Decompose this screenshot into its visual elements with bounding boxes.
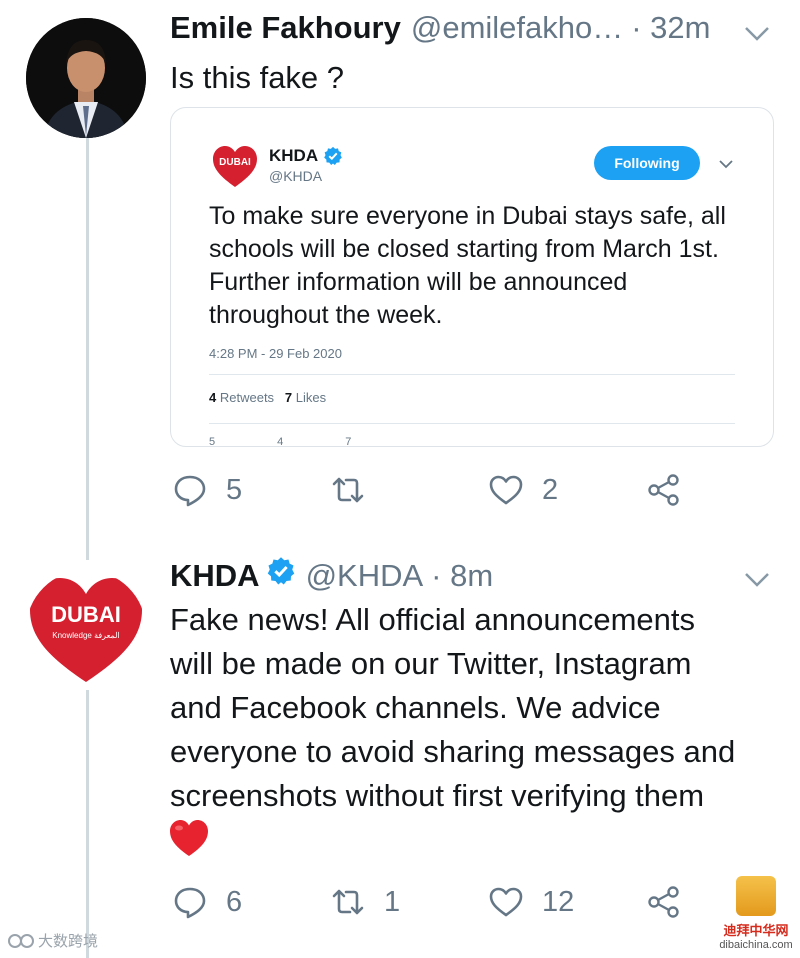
quoted-author-name-text: KHDA: [269, 146, 319, 165]
watermark-logo-icon: [8, 933, 34, 948]
quoted-action-bar: 5 4 7: [209, 436, 413, 446]
retweet-button[interactable]: [330, 472, 488, 508]
tweet-text-line: Fake news! All official announcements: [170, 602, 696, 637]
red-heart-emoji: [170, 820, 208, 856]
chevron-down-icon[interactable]: [744, 26, 770, 42]
divider: [209, 374, 735, 375]
like-button[interactable]: 12: [488, 884, 646, 920]
watermark-right-title: 迪拜中华网: [723, 923, 789, 938]
quoted-tweet-timestamp[interactable]: 4:28 PM - 29 Feb 2020: [209, 346, 342, 361]
retweets-label[interactable]: Retweets: [220, 390, 274, 405]
likes-label[interactable]: Likes: [296, 390, 326, 405]
quoted-author-handle[interactable]: @KHDA: [269, 168, 322, 184]
quoted-tweet-text: To make sure everyone in Dubai stays saf…: [209, 202, 726, 329]
verified-badge-icon: [324, 146, 342, 165]
retweets-count[interactable]: 4: [209, 390, 216, 405]
tweet-action-bar: 6 1 12: [172, 884, 686, 920]
share-button[interactable]: [646, 472, 686, 508]
watermark-right-site: dibaichina.com: [719, 939, 793, 951]
likes-count[interactable]: 7: [285, 390, 292, 405]
author-name[interactable]: KHDA: [170, 558, 260, 594]
quoted-author-name[interactable]: KHDA: [269, 146, 343, 166]
quoted-reply-count[interactable]: 5: [209, 436, 215, 446]
tweet-text-line: screenshots without first verifying them: [170, 778, 705, 813]
dubai-heart-logo-icon: DUBAI: [213, 146, 257, 187]
logo-sublettering: Knowledge المعرفة: [52, 631, 119, 640]
watermark-left: 大数跨境: [8, 930, 98, 951]
tweet-header: KHDA @KHDA · 8m: [170, 556, 493, 594]
share-icon: [648, 886, 679, 918]
thread-connector-line: [86, 130, 89, 560]
reply-count: 5: [226, 473, 243, 506]
tweet-text-line: will be made on our Twitter, Instagram: [170, 646, 692, 681]
chevron-down-icon[interactable]: [719, 160, 733, 169]
like-count: 12: [542, 885, 575, 918]
tweet-action-bar: 5 2: [172, 472, 686, 508]
reply-count: 6: [226, 885, 243, 918]
author-handle[interactable]: @KHDA: [306, 558, 424, 594]
tweet-time[interactable]: · 8m: [431, 558, 493, 594]
following-button[interactable]: Following: [594, 146, 700, 180]
tweet-time[interactable]: · 32m: [631, 10, 710, 46]
tweet-text-line: and Facebook channels. We advice: [170, 690, 661, 725]
watermark-right: 迪拜中华网 dibaichina.com: [716, 876, 796, 951]
reply-button[interactable]: 5: [172, 472, 330, 508]
watermark-logo-icon: [736, 876, 776, 916]
user-avatar[interactable]: [26, 18, 146, 138]
author-name[interactable]: Emile Fakhoury: [170, 10, 401, 46]
watermark-left-text: 大数跨境: [38, 933, 99, 950]
retweet-icon: [332, 889, 364, 915]
retweet-count: 1: [384, 885, 401, 918]
quoted-like-count[interactable]: 7: [345, 436, 351, 446]
verified-badge-icon: [267, 557, 294, 585]
like-count: 2: [542, 473, 559, 506]
retweet-icon: [332, 477, 364, 503]
khda-avatar[interactable]: DUBAI Knowledge المعرفة: [26, 570, 146, 690]
quoted-tweet-stats: 4 Retweets 7 Likes: [209, 390, 326, 405]
reply-icon: [174, 475, 206, 507]
logo-lettering: DUBAI: [219, 157, 251, 168]
reply-button[interactable]: 6: [172, 884, 330, 920]
tweet-text-line: everyone to avoid sharing messages and: [170, 734, 736, 769]
tweet-text: Is this fake ?: [170, 60, 345, 95]
quoted-retweet-count[interactable]: 4: [277, 436, 283, 446]
quoted-tweet-card[interactable]: DUBAI KHDA @KHDA Following To make sure …: [170, 107, 774, 447]
tweet-text: Fake news! All official announcements wi…: [170, 598, 735, 818]
thread-connector-line: [86, 690, 89, 958]
like-button[interactable]: 2: [488, 472, 646, 508]
like-icon: [489, 887, 523, 917]
divider: [209, 423, 735, 424]
tweet-header: Emile Fakhoury @emilefakho… · 32m: [170, 10, 711, 46]
share-button[interactable]: [646, 884, 686, 920]
author-handle[interactable]: @emilefakho…: [411, 10, 623, 46]
logo-lettering: DUBAI: [51, 602, 121, 627]
chevron-down-icon[interactable]: [744, 572, 770, 588]
retweet-button[interactable]: 1: [330, 884, 488, 920]
share-icon: [648, 474, 679, 506]
like-icon: [489, 475, 523, 505]
reply-icon: [174, 887, 206, 919]
